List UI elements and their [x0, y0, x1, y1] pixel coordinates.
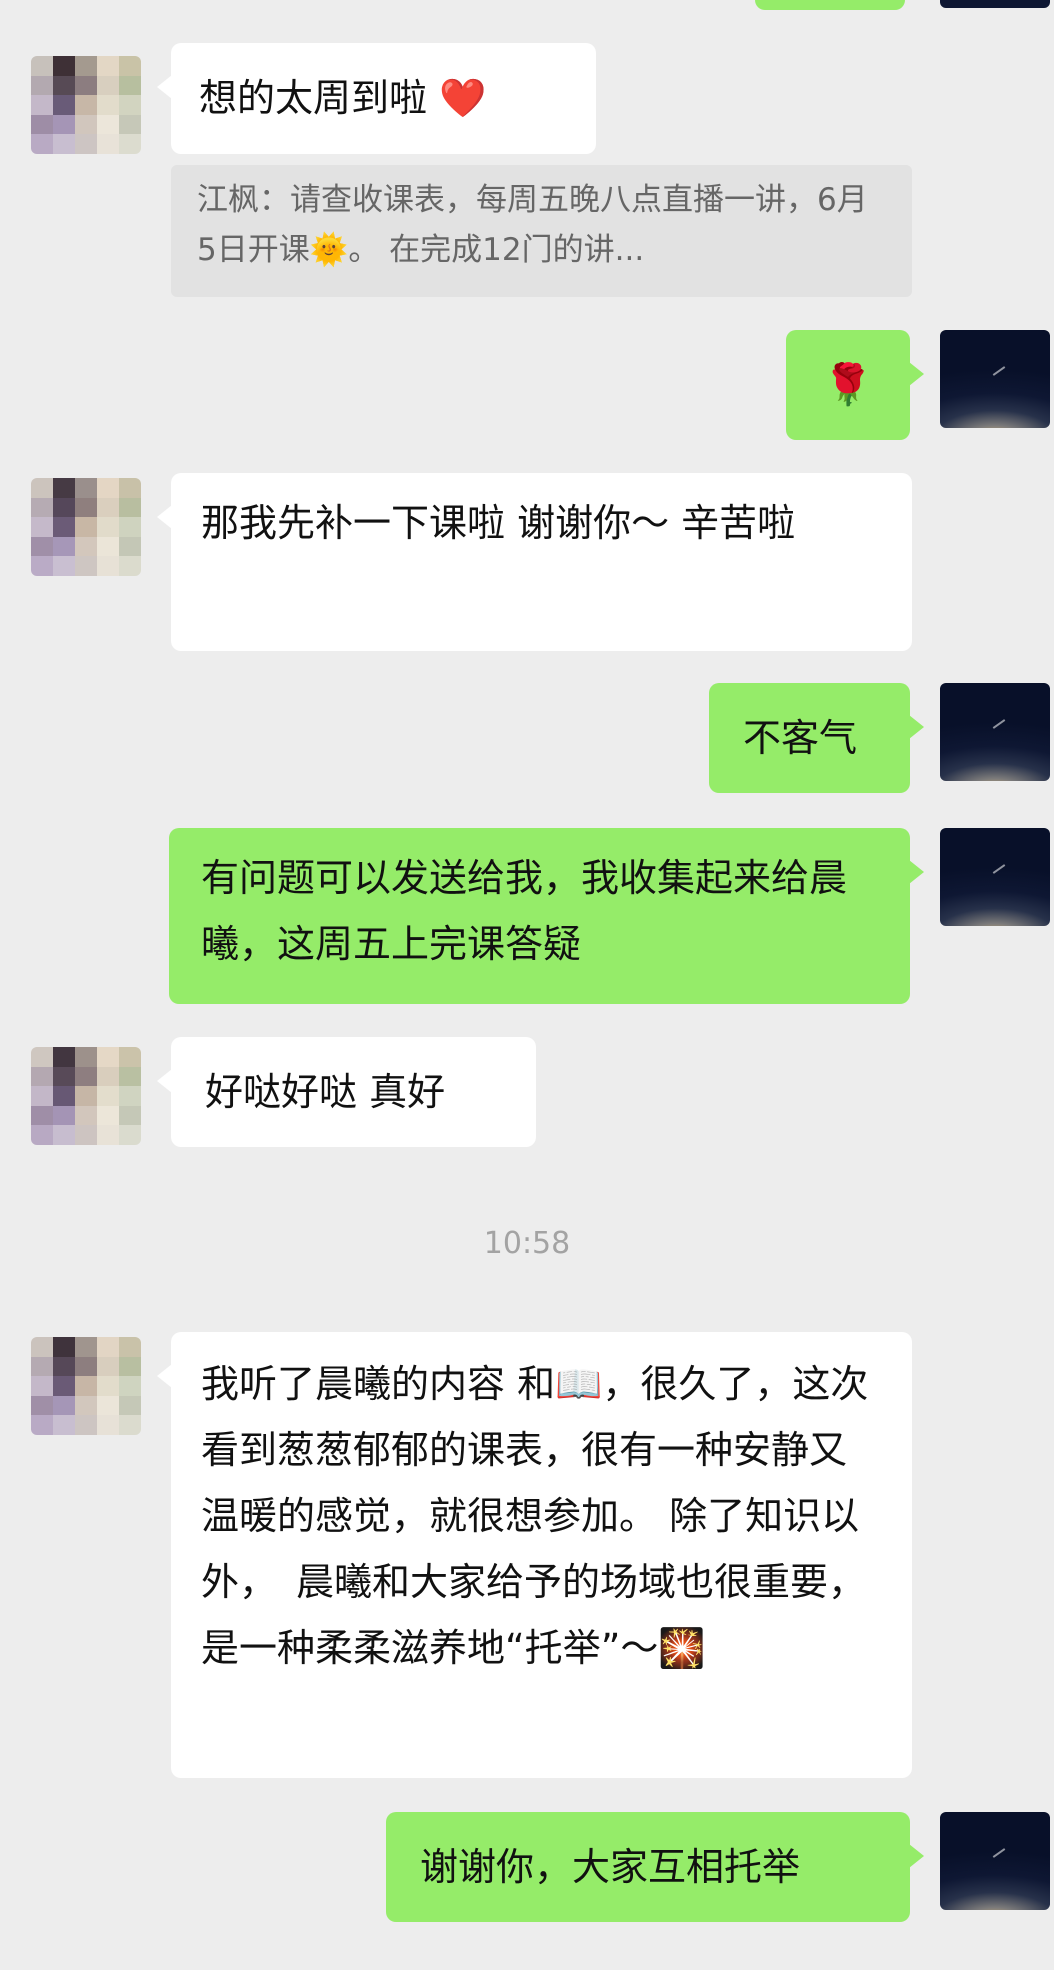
incoming-message-bubble[interactable]: 想的太周到啦 ❤️: [157, 43, 596, 154]
contact-avatar[interactable]: [31, 478, 141, 576]
user-avatar[interactable]: [940, 828, 1050, 926]
outgoing-message-bubble[interactable]: 谢谢你，大家互相托举: [386, 1812, 924, 1922]
star-icon: [992, 719, 1006, 729]
chat-message-list[interactable]: 想的太周到啦 ❤️ 江枫：请查收课表，每周五晚八点直播一讲，6月5日开课🌞。 在…: [0, 0, 1054, 1970]
star-icon: [992, 1848, 1006, 1858]
message-text: 我听了晨曦的内容 和📖，很久了，这次看到葱葱郁郁的课表，很有一种安静又温暖的感觉…: [201, 1362, 869, 1670]
incoming-message-bubble[interactable]: 那我先补一下课啦 谢谢你～ 辛苦啦: [157, 473, 912, 651]
incoming-message-bubble[interactable]: 好哒好哒 真好: [157, 1037, 536, 1147]
quoted-message-text: 江枫：请查收课表，每周五晚八点直播一讲，6月5日开课🌞。 在完成12门的讲...: [197, 182, 868, 268]
star-icon: [992, 366, 1006, 376]
contact-avatar[interactable]: [31, 1047, 141, 1145]
message-text: 谢谢你，大家互相托举: [420, 1845, 801, 1889]
quoted-message[interactable]: 江枫：请查收课表，每周五晚八点直播一讲，6月5日开课🌞。 在完成12门的讲...: [171, 165, 912, 297]
mosaic-avatar-image: [31, 56, 141, 154]
mosaic-avatar-image: [31, 1337, 141, 1435]
previous-message-avatar[interactable]: [940, 0, 1050, 8]
message-text: 想的太周到啦: [199, 76, 428, 120]
message-text: 那我先补一下课啦 谢谢你～ 辛苦啦: [201, 501, 796, 545]
message-text: 不客气: [743, 716, 858, 760]
rose-emoji-icon: 🌹: [823, 362, 873, 408]
contact-avatar[interactable]: [31, 1337, 141, 1435]
outgoing-message-bubble[interactable]: 不客气: [709, 683, 924, 793]
user-avatar[interactable]: [940, 330, 1050, 428]
message-text: 好哒好哒 真好: [205, 1070, 446, 1114]
mosaic-avatar-image: [31, 478, 141, 576]
mosaic-avatar-image: [31, 1047, 141, 1145]
outgoing-message-bubble[interactable]: 有问题可以发送给我，我收集起来给晨曦，这周五上完课答疑: [169, 828, 924, 1004]
message-text: 有问题可以发送给我，我收集起来给晨曦，这周五上完课答疑: [201, 856, 848, 966]
user-avatar[interactable]: [940, 683, 1050, 781]
contact-avatar[interactable]: [31, 56, 141, 154]
star-icon: [992, 864, 1006, 874]
heart-emoji-icon: ❤️: [439, 76, 487, 120]
outgoing-message-bubble[interactable]: 🌹: [786, 330, 924, 440]
previous-message-bubble[interactable]: [755, 0, 905, 10]
user-avatar[interactable]: [940, 1812, 1050, 1910]
incoming-message-bubble[interactable]: 我听了晨曦的内容 和📖，很久了，这次看到葱葱郁郁的课表，很有一种安静又温暖的感觉…: [157, 1332, 912, 1778]
message-timestamp: 10:58: [483, 1226, 571, 1261]
